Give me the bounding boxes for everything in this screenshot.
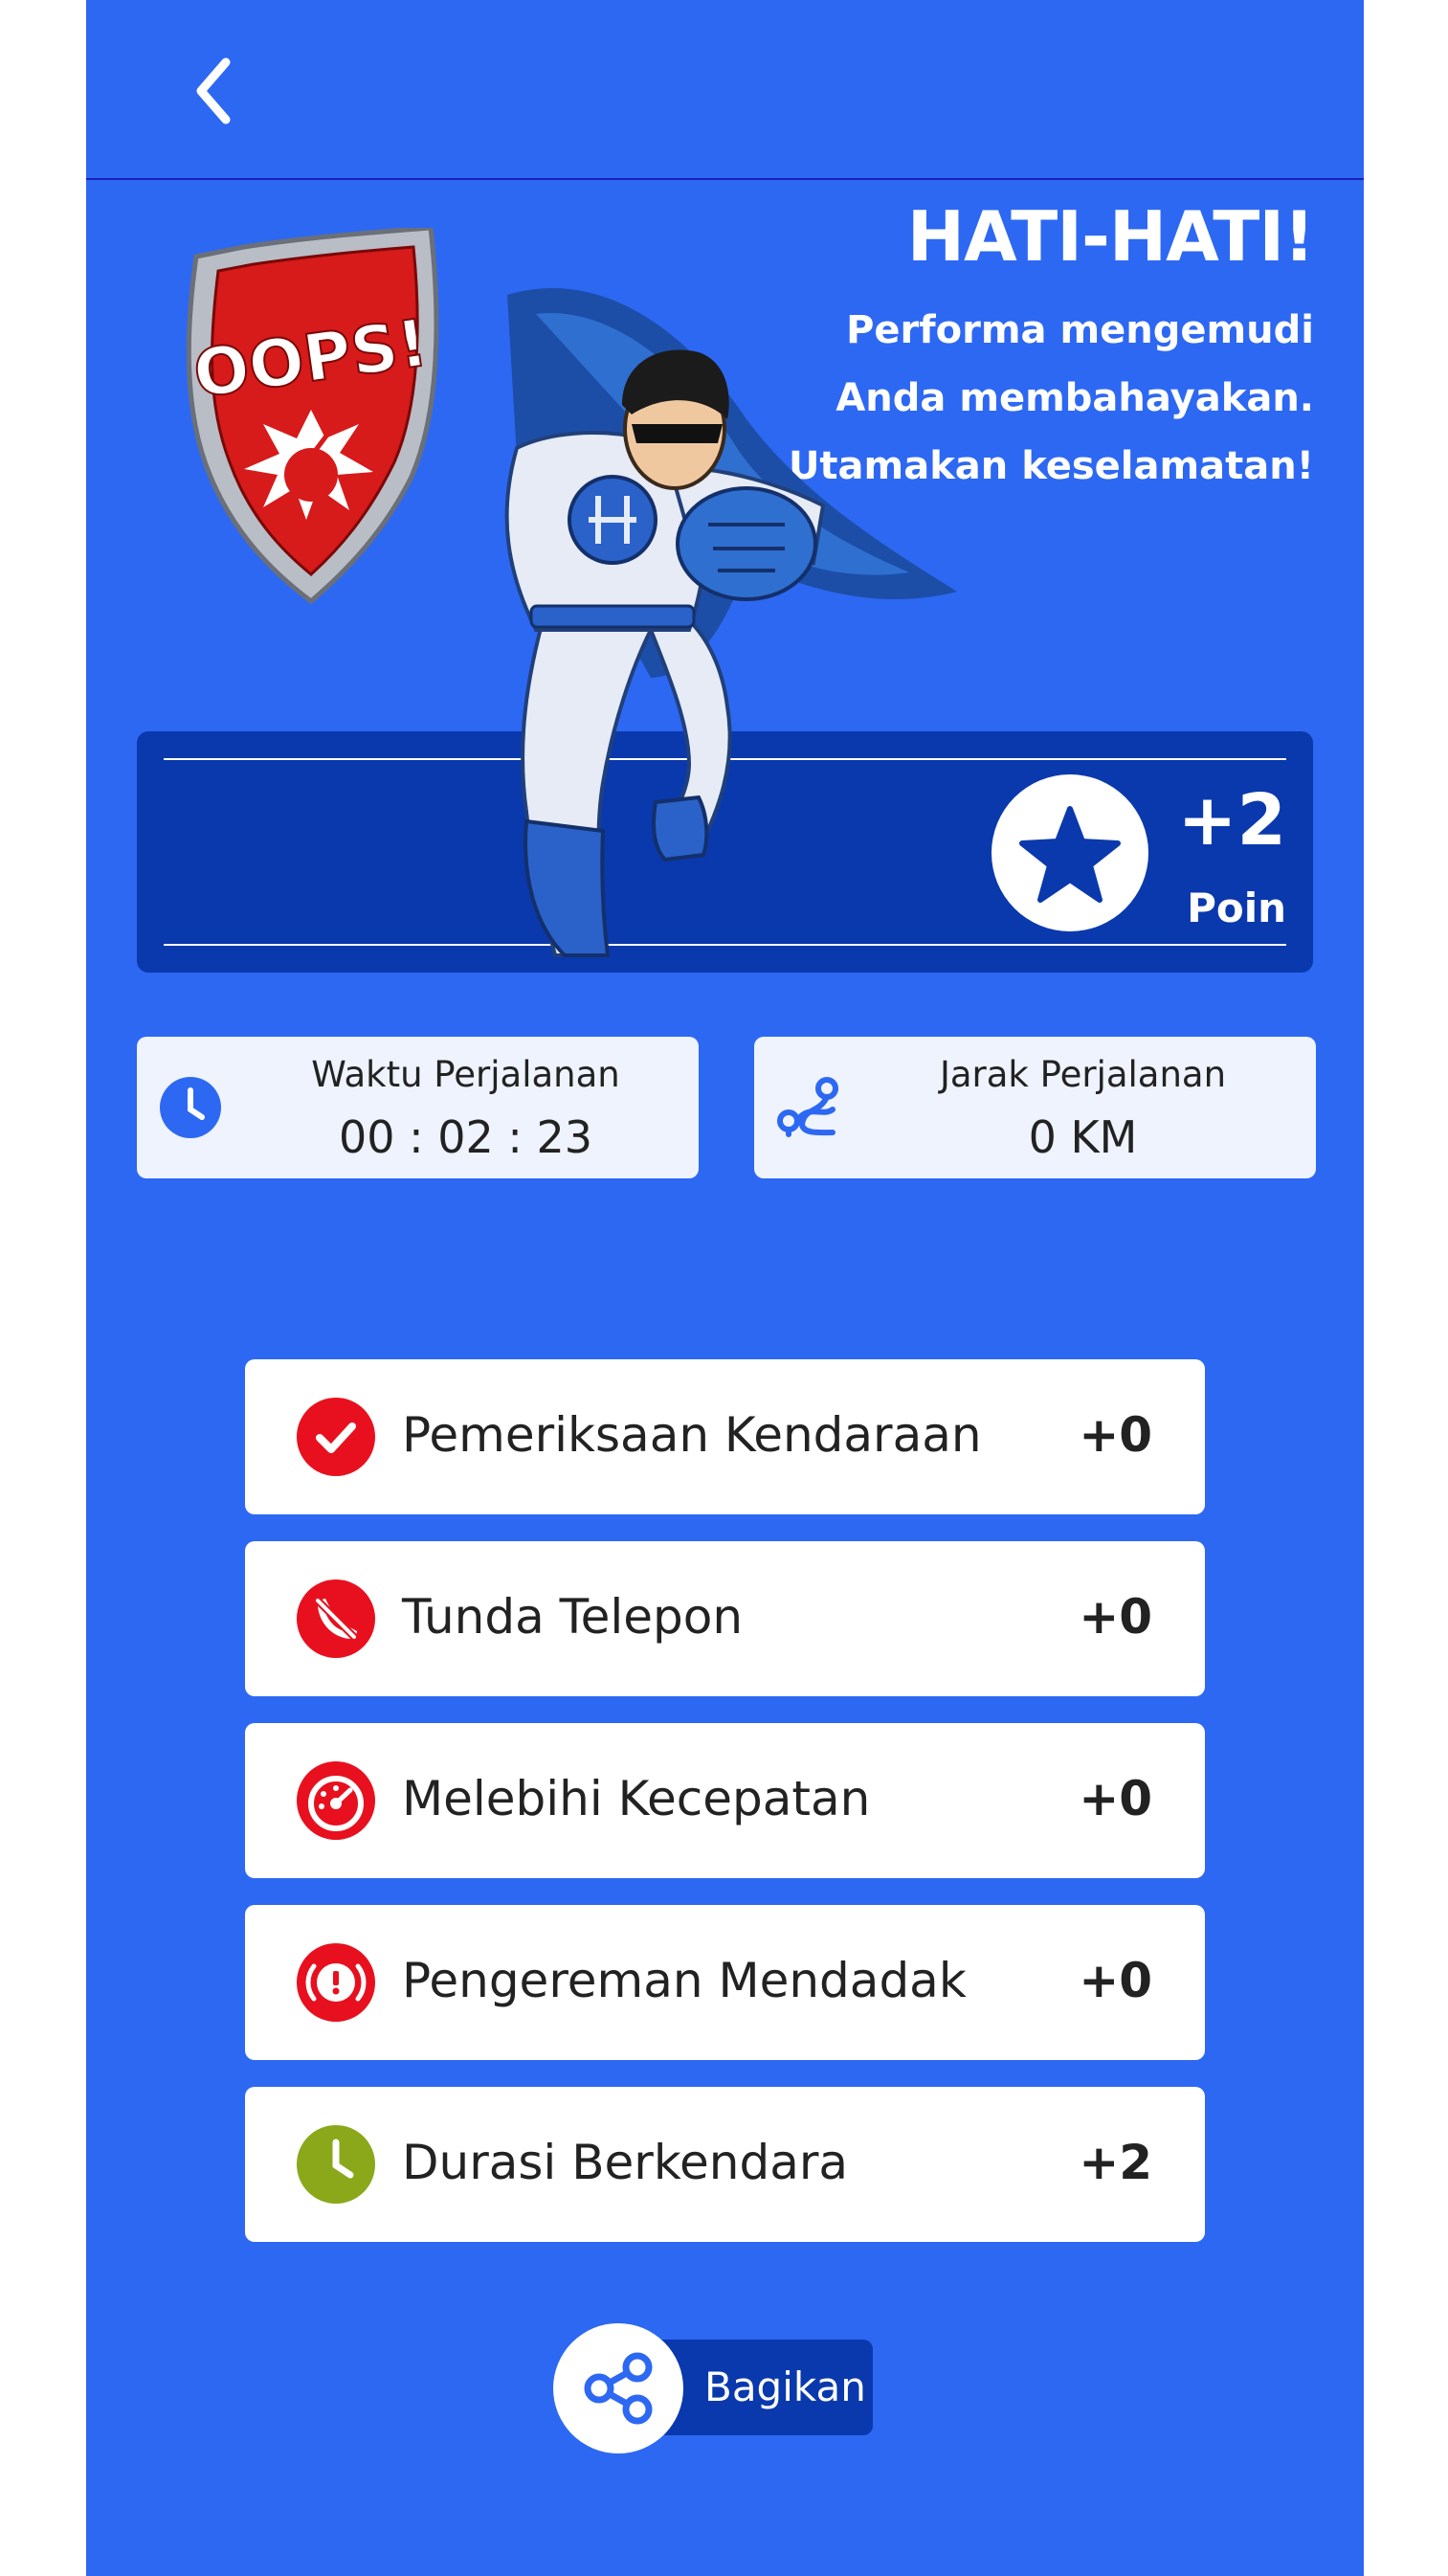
list-item: Durasi Berkendara +2 <box>245 2087 1205 2242</box>
points-value: +2 <box>1177 779 1287 862</box>
score-label: Durasi Berkendara <box>402 2135 849 2190</box>
score-label: Tunda Telepon <box>402 1589 744 1645</box>
list-item: Pemeriksaan Kendaraan +0 <box>245 1359 1205 1514</box>
list-item: Pengereman Mendadak +0 <box>245 1905 1205 2060</box>
share-label: Bagikan <box>704 2363 866 2410</box>
points-label: Poin <box>1187 885 1286 931</box>
score-value: +2 <box>1079 2135 1152 2190</box>
score-value: +0 <box>1079 1407 1152 1463</box>
score-label: Melebihi Kecepatan <box>402 1771 871 1826</box>
trip-time-label: Waktu Perjalanan <box>311 1054 620 1095</box>
list-item: Melebihi Kecepatan +0 <box>245 1723 1205 1878</box>
score-breakdown-list: Pemeriksaan Kendaraan +0 Tunda Telepon +… <box>245 1359 1205 2269</box>
clock-icon <box>297 2125 375 2204</box>
share-icon <box>584 2352 653 2425</box>
trip-distance-label: Jarak Perjalanan <box>939 1054 1227 1095</box>
score-value: +0 <box>1079 1953 1152 2008</box>
share-icon-circle <box>553 2323 683 2453</box>
clock-icon <box>160 1077 221 1138</box>
score-value: +0 <box>1079 1771 1152 1826</box>
trip-result-screen: HATI-HATI! Performa mengemudi Anda memba… <box>86 0 1364 2576</box>
chevron-left-icon <box>196 57 231 124</box>
speedometer-icon <box>297 1761 375 1840</box>
back-button[interactable] <box>172 48 258 134</box>
hero-illustration: OOPS! <box>186 228 957 957</box>
trip-time-value: 00 : 02 : 23 <box>338 1111 593 1163</box>
brake-warning-icon <box>297 1943 375 2022</box>
check-icon <box>297 1398 375 1476</box>
score-value: +0 <box>1079 1589 1152 1645</box>
route-icon <box>777 1077 838 1137</box>
trip-time-card: Waktu Perjalanan 00 : 02 : 23 <box>137 1037 699 1178</box>
phone-off-icon <box>297 1579 375 1658</box>
list-item: Tunda Telepon +0 <box>245 1541 1205 1696</box>
score-label: Pemeriksaan Kendaraan <box>402 1407 982 1463</box>
top-bar <box>86 0 1364 180</box>
score-label: Pengereman Mendadak <box>402 1953 967 2008</box>
trip-distance-card: Jarak Perjalanan 0 KM <box>754 1037 1316 1178</box>
trip-distance-value: 0 KM <box>1028 1111 1138 1163</box>
share-button[interactable]: Bagikan <box>553 2323 873 2453</box>
